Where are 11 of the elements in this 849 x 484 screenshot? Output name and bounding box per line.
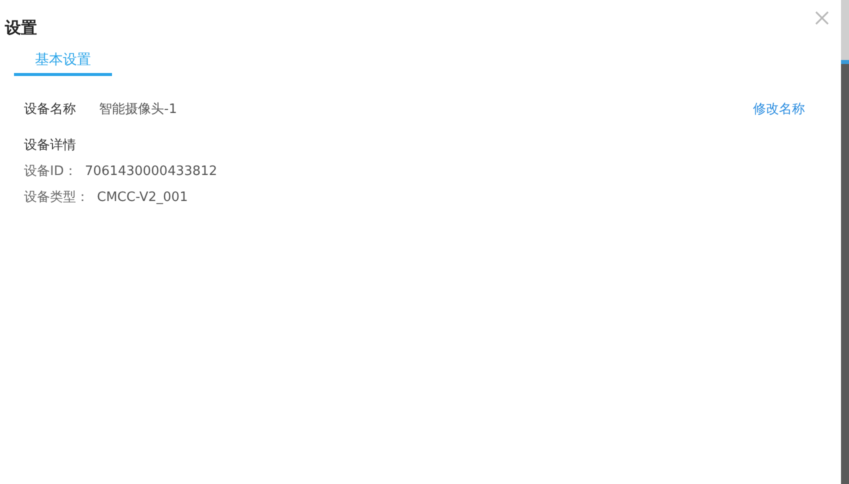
field-label: 设备名称 [24, 101, 77, 118]
field-label: 设备ID： [24, 163, 77, 180]
rename-link[interactable]: 修改名称 [753, 100, 805, 118]
tab[interactable]: 基本设置 [14, 51, 112, 76]
close-icon[interactable] [815, 11, 829, 25]
dialog-title: 设置 [5, 17, 37, 39]
field-value: CMCC-V2_001 [97, 190, 188, 204]
device-name-value: 智能摄像头-1 [99, 101, 178, 118]
field-label: 设备类型： [24, 189, 89, 206]
section-heading: 设备详情 [24, 137, 77, 154]
field-value: 7061430000433812 [84, 164, 218, 178]
